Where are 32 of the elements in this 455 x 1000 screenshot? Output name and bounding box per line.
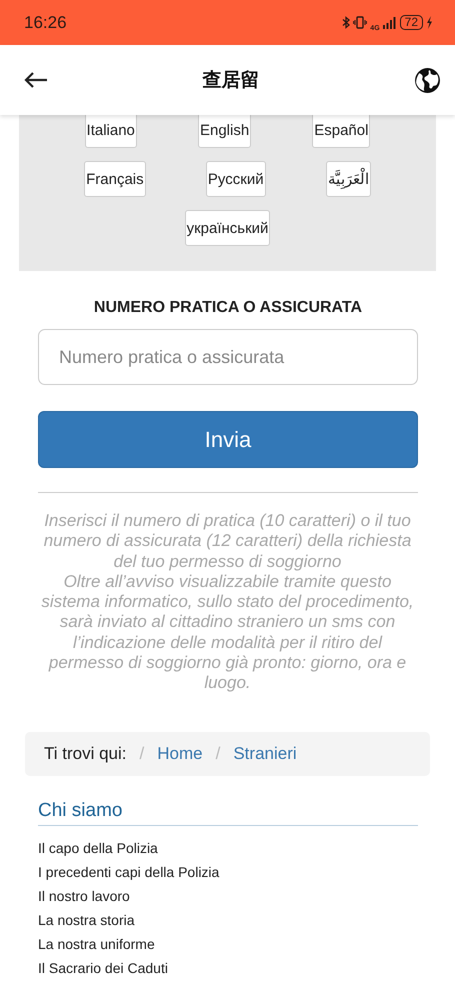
clock-time: 16:26 bbox=[24, 12, 67, 32]
breadcrumb-label: Ti trovi qui: bbox=[44, 744, 127, 764]
language-button[interactable]: Français bbox=[84, 161, 146, 197]
language-button[interactable]: Español bbox=[312, 112, 370, 148]
menu-link[interactable]: Il capo della Polizia bbox=[38, 836, 418, 860]
menu-link[interactable]: I precedenti capi della Polizia bbox=[38, 860, 418, 884]
menu-link[interactable]: Il Sacrario dei Caduti bbox=[38, 956, 418, 980]
breadcrumb-separator: / bbox=[216, 744, 220, 764]
language-button[interactable]: український bbox=[184, 210, 270, 246]
breadcrumb-link[interactable]: Home bbox=[157, 744, 203, 764]
practice-number-field[interactable]: Numero pratica o assicurata bbox=[38, 329, 418, 385]
bluetooth-icon bbox=[342, 16, 350, 29]
menu-link[interactable]: La nostra storia bbox=[38, 908, 418, 932]
charging-icon bbox=[426, 16, 433, 29]
menu-link[interactable]: La nostra uniforme bbox=[38, 932, 418, 956]
menu-link[interactable]: Il nostro lavoro bbox=[38, 884, 418, 908]
signal-icon bbox=[382, 16, 397, 28]
field-label: NUMERO PRATICA O ASSICURATA bbox=[92, 299, 364, 317]
battery-level: 72 bbox=[400, 15, 423, 30]
breadcrumb-link[interactable]: Stranieri bbox=[233, 744, 297, 764]
language-button[interactable]: Italiano bbox=[84, 112, 137, 148]
info-paragraph: Inserisci il numero di pratica (10 caratteri) o il tuo numero di assicurata (12 caratteri) della richiesta del tuo permesso di soggiorno Oltre all’avviso visualizzabile tramite questo sistema informatico, sullo stato del procedimento, sarà inviato al cittadino straniero un sms con l’indicazione delle modalità per il ritiro del permesso di soggiorno già pronto: giorno, ora e luogo. bbox=[40, 511, 415, 694]
language-button[interactable]: Русский bbox=[206, 161, 266, 197]
back-arrow-icon[interactable] bbox=[24, 72, 48, 88]
page-title: 查居留 bbox=[202, 69, 260, 93]
vibrate-icon bbox=[353, 16, 368, 29]
language-button[interactable]: English bbox=[198, 112, 252, 148]
breadcrumb-separator: / bbox=[140, 744, 144, 764]
section-heading: Chi siamo bbox=[38, 800, 418, 826]
submit-button[interactable]: Invia bbox=[38, 411, 418, 468]
language-button[interactable]: الْعَرَبِيَّة bbox=[326, 161, 371, 197]
globe-icon[interactable] bbox=[414, 66, 441, 94]
